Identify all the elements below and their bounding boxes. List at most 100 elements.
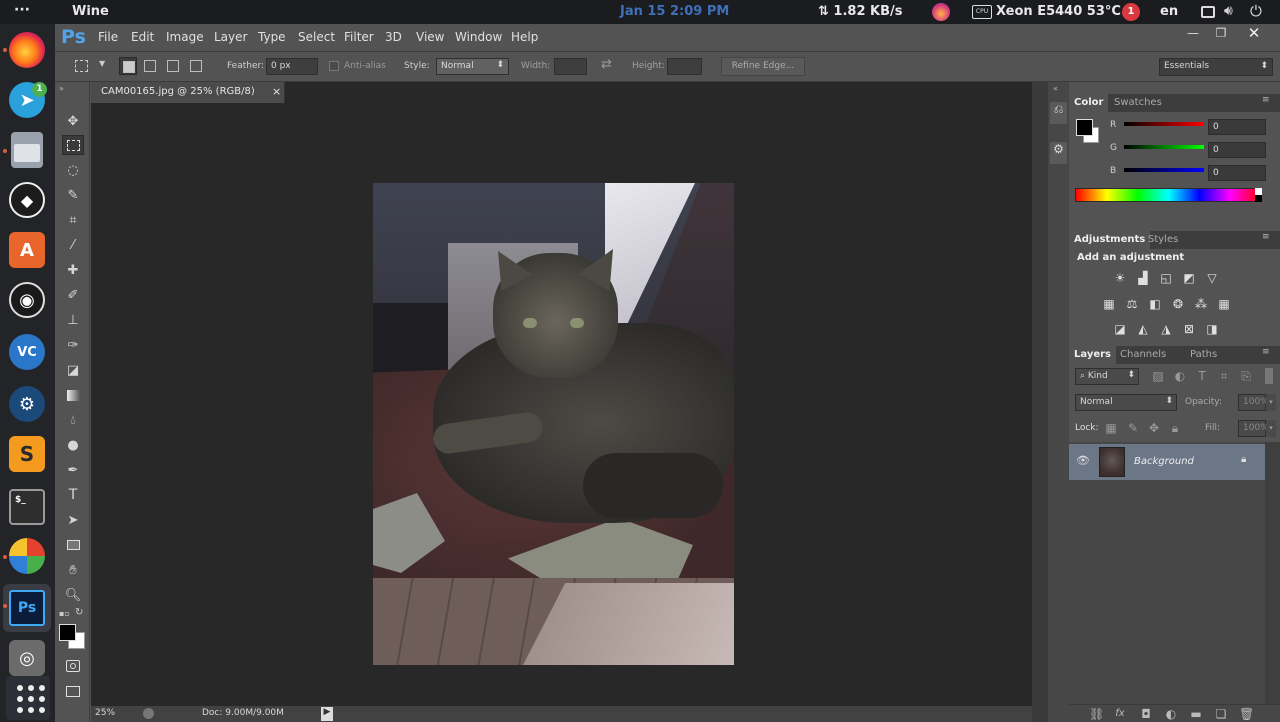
steam-icon[interactable]: ⚙	[9, 386, 45, 422]
clone-stamp-icon[interactable]: ⊥	[62, 310, 84, 330]
lasso-tool-icon[interactable]: ◌	[62, 160, 84, 180]
r-slider[interactable]	[1124, 122, 1204, 126]
width-input[interactable]	[554, 58, 587, 75]
exposure-adjust-icon[interactable]: ◩	[1182, 272, 1196, 284]
menu-select[interactable]: Select	[298, 30, 335, 44]
lock-position-icon[interactable]: ✥	[1147, 422, 1161, 434]
layer-fx-icon[interactable]: fx	[1113, 708, 1127, 720]
intersect-selection-icon[interactable]	[190, 60, 202, 72]
firefox-tray-icon[interactable]	[932, 3, 950, 21]
keyboard-lang[interactable]: en	[1160, 4, 1178, 19]
dodge-tool-icon[interactable]: ●	[62, 435, 84, 455]
activities-dots[interactable]: ···	[14, 2, 30, 18]
history-panel-icon[interactable]: ⎌	[1050, 102, 1067, 124]
styles-tab[interactable]: Styles	[1143, 231, 1183, 249]
height-input[interactable]	[667, 58, 702, 75]
foxcat-icon[interactable]: ◆	[9, 182, 45, 218]
fill-dropdown-icon[interactable]: ▾	[1266, 420, 1276, 437]
maximize-button[interactable]: ❐	[1207, 26, 1235, 44]
marquee-tool-icon[interactable]	[62, 135, 84, 155]
g-value[interactable]: 0	[1208, 142, 1266, 158]
status-arrow-icon[interactable]: ▶	[321, 707, 333, 721]
add-mask-icon[interactable]: ◘	[1139, 708, 1153, 720]
threshold-icon[interactable]: ◮	[1159, 323, 1173, 335]
status-info-icon[interactable]	[143, 708, 154, 719]
foreground-color-swatch[interactable]	[59, 624, 76, 641]
adjustments-menu-icon[interactable]: ≡	[1262, 232, 1270, 242]
pen-tool-icon[interactable]: ✒	[62, 460, 84, 480]
rectangle-tool-icon[interactable]	[62, 535, 84, 555]
opacity-dropdown-icon[interactable]: ▾	[1266, 394, 1276, 411]
menu-view[interactable]: View	[416, 30, 444, 44]
eraser-tool-icon[interactable]: ◪	[62, 360, 84, 380]
document-tab[interactable]: CAM00165.jpg @ 25% (RGB/8) ×	[91, 82, 285, 103]
clock[interactable]: Jan 15 2:09 PM	[620, 4, 729, 19]
swap-colors-icon[interactable]: ↻	[75, 607, 83, 618]
levels-adjust-icon[interactable]: ▟	[1136, 272, 1150, 284]
r-value[interactable]: 0	[1208, 119, 1266, 135]
filter-toggle[interactable]	[1265, 368, 1273, 384]
close-button[interactable]: ✕	[1239, 24, 1269, 44]
move-tool-icon[interactable]: ✥	[62, 111, 84, 131]
zoom-level[interactable]: 25%	[95, 708, 115, 718]
layers-menu-icon[interactable]: ≡	[1262, 347, 1270, 357]
filter-shape-icon[interactable]: ⌗	[1217, 370, 1231, 382]
type-tool-icon[interactable]: T	[62, 485, 84, 505]
selective-color-icon[interactable]: ⊠	[1182, 323, 1196, 335]
menu-type[interactable]: Type	[258, 30, 286, 44]
b-slider[interactable]	[1124, 168, 1204, 172]
healing-brush-icon[interactable]: ✚	[62, 260, 84, 280]
channel-mixer-icon[interactable]: ⁂	[1194, 298, 1208, 310]
marquee-tool-preset-icon[interactable]	[75, 60, 88, 72]
paths-tab[interactable]: Paths	[1185, 346, 1222, 364]
menu-edit[interactable]: Edit	[131, 30, 154, 44]
menu-window[interactable]: Window	[455, 30, 502, 44]
photoshop-icon[interactable]: Ps	[9, 590, 45, 626]
layers-tab[interactable]: Layers	[1069, 346, 1116, 364]
menu-layer[interactable]: Layer	[214, 30, 247, 44]
opacity-input[interactable]: 100%	[1238, 394, 1269, 411]
new-adjustment-icon[interactable]: ◐	[1164, 708, 1178, 720]
color-balance-icon[interactable]: ⚖	[1125, 298, 1139, 310]
adjustments-tab[interactable]: Adjustments	[1069, 231, 1151, 249]
obs-icon[interactable]: ◉	[9, 282, 45, 318]
refine-edge-button[interactable]: Refine Edge...	[721, 57, 805, 76]
notification-icon[interactable]: 1	[1122, 3, 1140, 21]
app-grid-icon[interactable]	[6, 676, 50, 720]
layer-thumbnail[interactable]	[1099, 447, 1125, 477]
swap-dimensions-icon[interactable]: ⇄	[601, 57, 612, 72]
history-brush-icon[interactable]: ✑	[62, 335, 84, 355]
lock-pixels-icon[interactable]: ✎	[1126, 422, 1140, 434]
new-group-icon[interactable]: ▬	[1189, 708, 1203, 720]
vertical-scrollbar[interactable]	[1032, 82, 1048, 722]
menu-filter[interactable]: Filter	[344, 30, 374, 44]
g-slider[interactable]	[1124, 145, 1204, 149]
brush-tool-icon[interactable]: ✐	[62, 285, 84, 305]
toolbar-collapse-icon[interactable]: »	[59, 84, 64, 93]
filter-adjust-icon[interactable]: ◐	[1173, 370, 1187, 382]
default-colors-icon[interactable]: ▪▫	[59, 609, 70, 618]
subtract-selection-icon[interactable]	[167, 60, 179, 72]
feather-input[interactable]: 0 px	[266, 58, 318, 75]
canvas-background[interactable]	[91, 103, 1032, 706]
layer-name[interactable]: Background	[1134, 456, 1194, 467]
kind-filter-select[interactable]: ⌕ Kind ⬍	[1075, 368, 1139, 385]
blur-tool-icon[interactable]: 💧︎	[62, 410, 84, 430]
blend-mode-select[interactable]: Normal ⬍	[1075, 394, 1177, 411]
posterize-icon[interactable]: ◭	[1136, 323, 1150, 335]
antialias-checkbox[interactable]	[329, 61, 339, 71]
strip-collapse-icon[interactable]: «	[1053, 84, 1058, 93]
fill-input[interactable]: 100%	[1238, 420, 1269, 437]
record-icon[interactable]: ◎	[9, 640, 45, 676]
menu-3d[interactable]: 3D	[385, 30, 402, 44]
gradient-map-icon[interactable]: ◨	[1205, 323, 1219, 335]
layers-scrollbar[interactable]	[1265, 442, 1280, 704]
document-tab-close[interactable]: ×	[272, 85, 281, 98]
power-icon[interactable]: ⏻	[1250, 2, 1262, 20]
link-layers-icon[interactable]: ⛓	[1089, 708, 1104, 720]
color-lookup-icon[interactable]: ▦	[1217, 298, 1231, 310]
curves-adjust-icon[interactable]: ◱	[1159, 272, 1173, 284]
workspace-select[interactable]: Essentials ⬍	[1159, 58, 1273, 76]
lock-transparent-icon[interactable]: ▦	[1104, 422, 1118, 434]
hue-saturation-icon[interactable]: ▦	[1102, 298, 1116, 310]
